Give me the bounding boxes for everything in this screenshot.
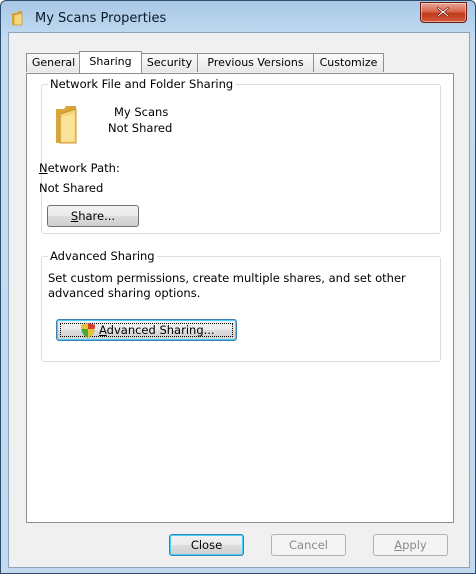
folder-share-status: Not Shared — [108, 121, 173, 135]
tab-previous-versions[interactable]: Previous Versions — [197, 53, 314, 72]
folder-name: My Scans — [114, 105, 169, 119]
dialog-client-area: General Sharing Security Previous Versio… — [8, 32, 470, 568]
group-title: Advanced Sharing — [48, 249, 157, 263]
advanced-sharing-button-label: Advanced Sharing... — [99, 323, 215, 337]
group-title: Network File and Folder Sharing — [48, 77, 236, 91]
apply-button[interactable]: Apply — [373, 534, 448, 556]
properties-window: My Scans Properties General Sharing Secu… — [0, 0, 476, 574]
advanced-sharing-group: Advanced Sharing Set custom permissions,… — [41, 249, 441, 362]
network-path-value: Not Shared — [39, 181, 104, 195]
uac-shield-icon — [81, 323, 95, 344]
close-button[interactable]: Close — [169, 534, 244, 556]
network-path-label: Network Path: — [39, 161, 120, 175]
advanced-sharing-description-2: advanced sharing options. — [48, 286, 201, 300]
sharing-tab-panel: Network File and Folder Sharing My Scans… — [26, 73, 454, 523]
tab-customize[interactable]: Customize — [313, 53, 384, 72]
title-bar[interactable]: My Scans Properties — [1, 1, 475, 31]
advanced-sharing-button[interactable]: Advanced Sharing... — [56, 319, 237, 341]
tab-sharing[interactable]: Sharing — [79, 51, 142, 73]
folder-icon — [52, 105, 90, 148]
tab-security[interactable]: Security — [141, 53, 198, 72]
share-button[interactable]: Share... — [47, 205, 139, 227]
cancel-button[interactable]: Cancel — [271, 534, 346, 556]
folder-icon — [11, 10, 29, 26]
close-window-button[interactable] — [420, 2, 467, 23]
tab-general[interactable]: General — [26, 53, 81, 72]
window-title: My Scans Properties — [35, 11, 167, 26]
advanced-sharing-description-1: Set custom permissions, create multiple … — [48, 271, 406, 285]
network-sharing-group: Network File and Folder Sharing My Scans… — [39, 77, 441, 234]
share-button-label: hare... — [78, 209, 116, 223]
